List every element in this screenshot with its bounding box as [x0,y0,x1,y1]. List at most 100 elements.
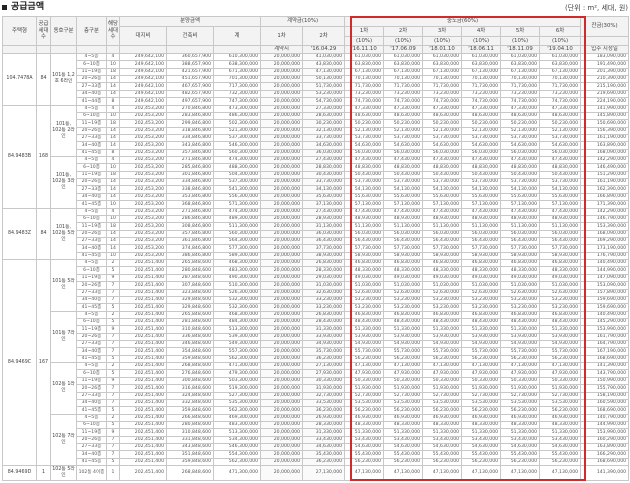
cell-mid-1: 54,630,000 [344,443,385,452]
cell-mid-2: 61,030,000 [383,52,424,62]
cell-count: 14 [106,89,120,99]
cell-mid-6: 47,430,000 [539,156,582,165]
cell-mid-1: 73,230,000 [344,89,385,99]
cell-build: 343,848,600 [166,443,214,452]
cell-contract-1: 20,000,000 [260,303,304,312]
cell-land: 202,451,400 [119,420,167,430]
cell-mid-4: 53,430,000 [461,435,502,445]
cell-contract-1: 20,000,000 [260,288,304,297]
cell-count: 14 [106,192,120,202]
cell-mid-5: 57,130,000 [500,200,541,209]
cell-balance: 171,390,000 [580,200,630,209]
cell-floor: 34~40층 [76,450,107,459]
table-row: 27~33층 14 249,642,100 467,657,900 717,300,00… [3,82,630,91]
cell-mid-2: 56,030,000 [383,229,424,239]
cell-total: 638,300,000 [212,60,262,69]
cell-balance: 161,790,000 [580,332,630,342]
cell-floor: 11~19층 [76,325,107,334]
cell-mid-6: 47,930,000 [539,369,582,378]
cell-land: 202,451,400 [119,398,167,408]
cell-mid-1: 55,730,000 [344,347,385,356]
cell-land: 202,451,400 [119,413,167,422]
cell-mid-1: 47,930,000 [344,369,385,378]
cell-land: 202,451,400 [119,443,167,452]
cell-mid-5: 53,230,000 [500,303,541,312]
cell-mid-6: 48,430,000 [539,317,582,327]
cell-contract-1: 20,000,000 [260,156,304,165]
cell-mid-4: 74,730,000 [461,97,502,106]
cell-floor: 20~26층 [76,229,107,239]
cell-land: 202,453,200 [119,156,167,165]
cell-floor: 41~45층 [76,251,107,261]
cell-land: 202,451,400 [119,317,167,327]
table-row: 11~19층 18 202,453,200 301,846,800 504,300,00… [3,170,630,180]
cell-mid-2: 50,230,000 [383,119,424,128]
cell-balance: 176,790,000 [580,251,630,261]
cell-balance: 141,390,000 [580,465,630,481]
cell-build: 338,846,800 [166,185,214,194]
cell-balance: 219,690,000 [580,89,630,99]
cell-contract-1: 20,000,000 [260,428,304,437]
cell-mid-6: 52,130,000 [539,126,582,135]
cell-build: 271,846,800 [166,207,214,216]
cell-mid-3: 48,330,000 [422,420,463,430]
table-row: 27~33층 7 202,451,400 323,848,600 526,300,000… [3,288,630,297]
cell-contract-1: 20,000,000 [260,170,304,180]
cell-floor: 34~40층 [76,295,107,305]
cell-build: 451,657,900 [166,75,214,84]
cell-count: 4 [106,104,120,113]
cell-balance: 168,690,000 [580,406,630,415]
header-floor: 층구분 [76,16,107,46]
cell-mid-5: 48,330,000 [500,266,541,275]
cell-mid-6: 52,630,000 [539,288,582,297]
cell-build: 386,846,800 [166,251,214,261]
cell-contract-2: 28,330,000 [302,266,346,275]
cell-mid-2: 56,230,000 [383,354,424,364]
cell-mid-2: 54,130,000 [383,185,424,194]
cell-land: 202,453,200 [119,185,167,194]
cell-contract-1: 20,000,000 [260,273,304,283]
cell-count: 10 [106,251,120,261]
cell-land: 202,451,400 [119,435,167,445]
cell-floor: 27~33층 [76,82,107,91]
cell-type: 84.9483Z [2,207,37,261]
cell-balance: 140,490,000 [580,310,630,319]
cell-balance: 145,890,000 [580,111,630,121]
cell-mid-6: 70,130,000 [539,75,582,84]
cell-floor: 34~40층 [76,141,107,150]
cell-mid-6: 48,330,000 [539,266,582,275]
cell-mid-2: 50,330,000 [383,376,424,386]
cell-mid-1: 47,130,000 [344,362,385,371]
cell-mid-4: 52,730,000 [461,391,502,400]
cell-contract-1: 20,000,000 [260,207,304,216]
cell-total: 539,300,000 [212,332,262,342]
cell-mid-2: 53,230,000 [383,295,424,305]
table-row: 11~19층 9 202,451,400 310,848,600 513,300,000… [3,428,630,437]
cell-floor: 34~40층 [76,398,107,408]
cell-land: 202,453,200 [119,244,167,253]
cell-mid-5: 53,730,000 [500,178,541,187]
cell-mid-4: 52,630,000 [461,288,502,297]
cell-build: 388,657,900 [166,60,214,69]
cell-land: 202,453,200 [119,148,167,158]
cell-balance: 224,190,000 [580,97,630,106]
table-row: 41~45층 5 202,451,400 359,848,600 562,300,000… [3,354,630,364]
cell-contract-1: 20,000,000 [260,281,304,290]
cell-mid-6: 50,230,000 [539,119,582,128]
cell-mid-5: 56,230,000 [500,406,541,415]
header-mid-3-pct: (10%) [422,36,463,46]
cell-mid-6: 67,130,000 [539,67,582,77]
cell-balance: 161,190,000 [580,178,630,187]
cell-mid-5: 53,730,000 [500,133,541,143]
cell-contract-2: 51,730,000 [302,82,346,91]
cell-mid-3: 51,930,000 [422,384,463,393]
cell-mid-1: 52,730,000 [344,391,385,400]
cell-contract-1: 20,000,000 [260,450,304,459]
cell-mid-2: 51,030,000 [383,281,424,290]
cell-land: 202,453,200 [119,236,167,246]
cell-mid-3: 50,430,000 [422,170,463,180]
cell-balance: 150,690,000 [580,119,630,128]
cell-balance: 210,390,000 [580,75,630,84]
cell-mid-6: 57,130,000 [539,200,582,209]
cell-mid-6: 51,130,000 [539,222,582,231]
